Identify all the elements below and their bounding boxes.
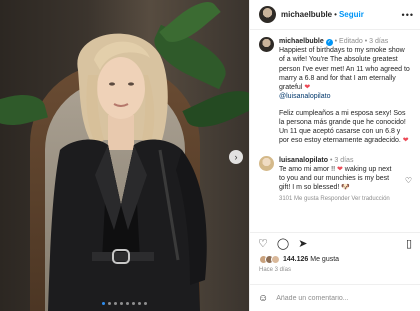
likes-label: Me gusta bbox=[310, 256, 340, 263]
caption-text-es: Feliz cumpleaños a mi esposa sexy! Sos l… bbox=[279, 109, 406, 145]
woman-figure bbox=[48, 33, 207, 311]
avatar[interactable] bbox=[259, 155, 274, 171]
carousel-dot bbox=[144, 302, 147, 305]
more-horizontal-icon[interactable]: ••• bbox=[402, 10, 414, 20]
follow-button[interactable]: Seguir bbox=[339, 10, 364, 19]
post-author-username[interactable]: michaelbuble bbox=[281, 10, 332, 19]
post-actions: ♡ ◯ ➤ ▯ bbox=[250, 232, 420, 254]
comment-item: luisanalopilato • 3 días Te amo mi amor … bbox=[259, 155, 412, 204]
comment-time: 3 días bbox=[334, 156, 354, 164]
post-header: michaelbuble • Seguir ••• bbox=[250, 0, 420, 30]
caption-text-en: Happiest of birthdays to my smoke show o… bbox=[279, 47, 410, 92]
avatar[interactable] bbox=[259, 37, 274, 52]
chevron-right-icon: › bbox=[234, 152, 238, 162]
bookmark-icon[interactable]: ▯ bbox=[406, 237, 412, 250]
edited-label: Editado bbox=[339, 38, 363, 45]
caption: michaelbuble ✓ • Editado • 3 días Happie… bbox=[259, 37, 412, 146]
likes-count: 144.126 bbox=[283, 256, 309, 263]
carousel-dot bbox=[132, 302, 135, 305]
comments-list[interactable]: michaelbuble ✓ • Editado • 3 días Happie… bbox=[250, 30, 420, 230]
liker-avatar bbox=[271, 255, 280, 264]
comment-username[interactable]: luisanalopilato bbox=[279, 157, 328, 164]
carousel-dot bbox=[108, 302, 111, 305]
emoji-icon[interactable]: ☺ bbox=[258, 293, 268, 304]
carousel-dot bbox=[120, 302, 123, 305]
post-date: Hace 3 días bbox=[259, 267, 292, 273]
heart-emoji-icon: ❤ bbox=[336, 165, 343, 173]
add-comment-bar: ☺ bbox=[250, 284, 420, 311]
post-image[interactable]: › bbox=[0, 0, 249, 311]
comment-like-icon[interactable]: ♡ bbox=[405, 156, 412, 185]
separator-dot: • bbox=[334, 10, 337, 19]
share-icon[interactable]: ➤ bbox=[298, 237, 307, 250]
carousel-indicator bbox=[0, 302, 249, 305]
mention-link[interactable]: @luisanalopilato bbox=[279, 93, 330, 100]
comment-meta[interactable]: 3101 Me gusta Responder Ver traducción bbox=[279, 196, 399, 204]
carousel-dot bbox=[138, 302, 141, 305]
comment-text-part1: Te amo mi amor !! bbox=[279, 165, 336, 173]
dog-emoji-icon: 🐶 bbox=[341, 184, 350, 192]
carousel-dot bbox=[102, 302, 105, 305]
heart-emoji-icon: ❤ bbox=[304, 84, 311, 92]
like-heart-icon[interactable]: ♡ bbox=[258, 237, 268, 250]
caption-time: 3 días bbox=[369, 38, 389, 45]
avatar[interactable] bbox=[259, 6, 276, 23]
post-side-panel: michaelbuble • Seguir ••• michaelbuble ✓… bbox=[249, 0, 420, 311]
carousel-next-button[interactable]: › bbox=[229, 150, 243, 164]
comment-icon[interactable]: ◯ bbox=[277, 237, 289, 250]
likes-summary[interactable]: 144.126 Me gusta bbox=[259, 255, 339, 264]
carousel-dot bbox=[114, 302, 117, 305]
comment-input[interactable] bbox=[276, 294, 377, 302]
carousel-dot bbox=[126, 302, 129, 305]
heart-emoji-icon: ❤ bbox=[402, 137, 409, 145]
caption-username[interactable]: michaelbuble bbox=[279, 38, 324, 45]
verified-icon: ✓ bbox=[325, 39, 333, 46]
